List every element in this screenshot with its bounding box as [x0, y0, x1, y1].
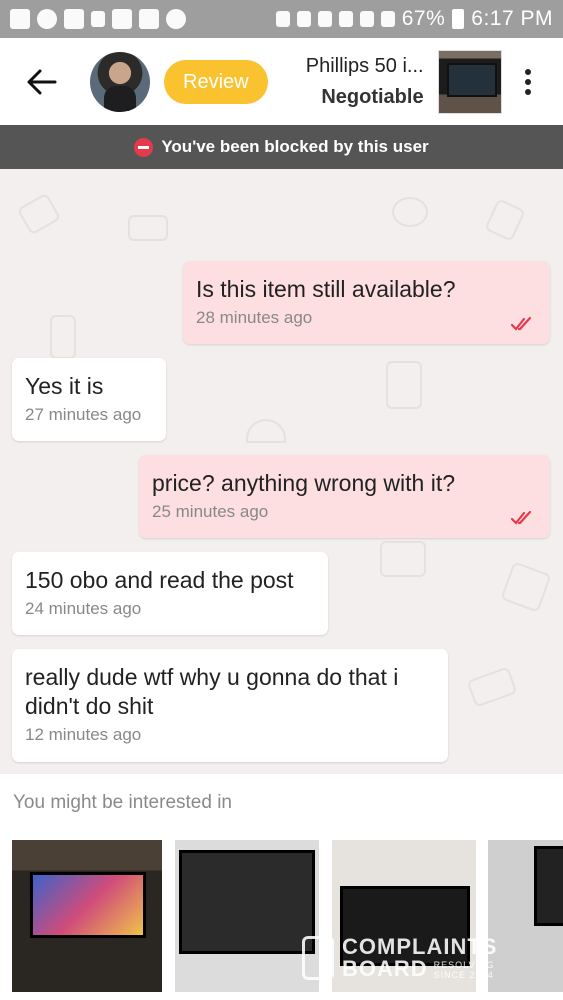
background-doodle [246, 419, 286, 443]
back-button[interactable] [12, 38, 72, 125]
review-button[interactable]: Review [164, 59, 268, 104]
message-text: really dude wtf why u gonna do that i di… [25, 664, 399, 719]
message-bubble-received[interactable]: 150 obo and read the post 24 minutes ago [12, 552, 328, 635]
usb-icon [91, 11, 105, 27]
read-receipt-icon [510, 316, 532, 331]
blocked-banner: You've been blocked by this user [0, 125, 563, 169]
item-title: Phillips 50 i... [305, 54, 424, 77]
tv-image [534, 846, 563, 926]
message-text: Yes it is [25, 373, 104, 399]
message-text: price? anything wrong with it? [152, 470, 455, 496]
background-doodle [484, 198, 526, 242]
watermark-badge-icon [302, 936, 334, 980]
facebook-icon [10, 9, 30, 29]
background-doodle [16, 192, 62, 236]
bluetooth-icon [296, 11, 311, 27]
twitter-icon [139, 9, 159, 29]
notification-icons [10, 9, 186, 29]
user-avatar[interactable] [90, 51, 150, 112]
tv-image [30, 872, 146, 938]
background-doodle [50, 315, 76, 359]
suggested-item-thumbnail[interactable] [12, 840, 162, 992]
menu-dot-icon [524, 68, 531, 75]
suggestions-title: You might be interested in [13, 792, 233, 813]
menu-dot-icon [524, 88, 531, 95]
battery-icon [452, 9, 465, 29]
system-icons: 67% 6:17 PM [275, 7, 553, 31]
clock: 6:17 PM [471, 7, 553, 30]
message-time: 27 minutes ago [25, 405, 142, 424]
suggested-item-thumbnail[interactable] [175, 840, 319, 992]
nfc-icon [317, 11, 332, 27]
tv-image [179, 850, 315, 954]
background-doodle [500, 561, 552, 613]
blocked-icon [134, 137, 154, 157]
message-text: 150 obo and read the post [25, 567, 294, 593]
item-price: Negotiable [321, 85, 424, 108]
overflow-menu-button[interactable] [516, 57, 540, 107]
watermark-line4: SINCE 2004 [433, 970, 494, 980]
menu-dot-icon [524, 78, 531, 85]
message-time: 28 minutes ago [196, 308, 313, 327]
wifi-icon [359, 11, 374, 27]
background-doodle [392, 197, 428, 227]
blocked-text: You've been blocked by this user [161, 137, 429, 156]
background-doodle [386, 361, 422, 409]
status-bar: 67% 6:17 PM [0, 0, 563, 38]
lock-icon [275, 11, 290, 27]
message-time: 25 minutes ago [152, 502, 269, 521]
chat-icon [37, 9, 57, 29]
message-list[interactable]: Is this item still available? 28 minutes… [0, 169, 563, 774]
watermark-logo: COMPLAINTS BOARD RESOLVING SINCE 2004 [302, 934, 532, 982]
watermark-line1: COMPLAINTS [342, 934, 498, 959]
watermark-line2: BOARD [342, 956, 428, 981]
message-time: 24 minutes ago [25, 599, 142, 618]
background-doodle [466, 666, 518, 708]
message-text: Is this item still available? [196, 276, 456, 302]
chat-header: Review Phillips 50 i... Negotiable [0, 38, 563, 125]
item-thumbnail[interactable] [437, 49, 502, 114]
background-doodle [128, 215, 168, 241]
smiley-icon [166, 9, 186, 29]
message-bubble-sent[interactable]: price? anything wrong with it? 25 minute… [139, 455, 550, 538]
message-bubble-received[interactable]: Yes it is 27 minutes ago [12, 358, 166, 441]
battery-percent: 67% [401, 7, 446, 30]
message-bubble-received[interactable]: really dude wtf why u gonna do that i di… [12, 649, 448, 762]
read-receipt-icon [510, 510, 532, 525]
message-time: 12 minutes ago [25, 725, 142, 744]
mute-icon [338, 11, 353, 27]
item-info[interactable]: Phillips 50 i... Negotiable [296, 55, 424, 109]
missed-call-icon [64, 9, 84, 29]
watermark-line3: RESOLVING [433, 960, 495, 970]
message-bubble-sent[interactable]: Is this item still available? 28 minutes… [183, 261, 550, 344]
twitter-icon [112, 9, 132, 29]
back-arrow-icon [27, 69, 57, 94]
background-doodle [380, 541, 426, 577]
signal-icon [380, 11, 395, 27]
